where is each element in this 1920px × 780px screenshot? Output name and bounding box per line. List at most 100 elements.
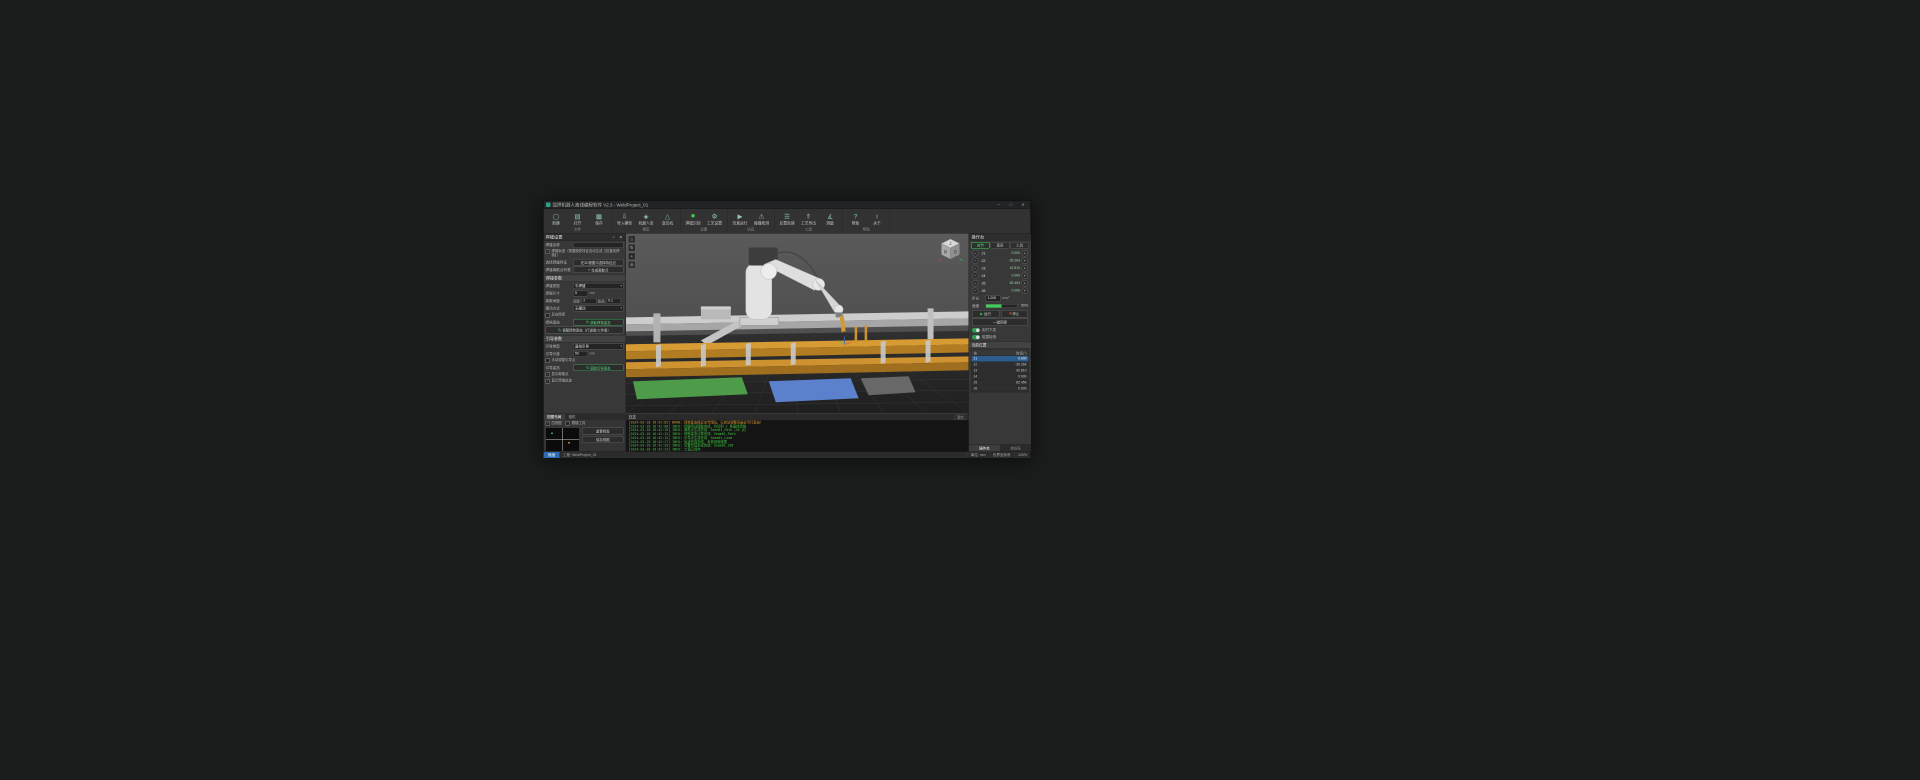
orbit-icon[interactable]: ↻ <box>628 244 636 252</box>
viewport-3d[interactable]: ⌂ ↻ + ◎ 上 前 右 <box>626 233 969 414</box>
jog-row-j3: − J3 42.810 + <box>969 265 1031 273</box>
ribbon-item-seam-detect[interactable]: ● 焊缝识别 <box>683 211 703 228</box>
discrete-points-label: 焊缝离散点列表 <box>545 267 571 272</box>
seam-type-select[interactable]: 平焊缝 <box>573 282 624 289</box>
maximize-button[interactable]: □ <box>1006 201 1016 208</box>
lead-type-select[interactable]: 直线引导 <box>573 343 624 350</box>
ribbon-toolbar: ▢ 新建 ▤ 打开 ▦ 保存 文件 ⇩ 导入模型 ◈ 机器人库 △ 变位机 模型 ● 焊缝识别… <box>543 209 1031 234</box>
ribbon-item-measure[interactable]: ∡ 测量 <box>820 211 840 228</box>
title-bar[interactable]: 弧焊机器人离线编程软件 V2.3 - WeldProject_01 ─ □ ✕ <box>543 200 1031 209</box>
get-torch-pose-button[interactable]: ↻ 获取焊枪姿态 <box>573 319 624 326</box>
j5-minus-button[interactable]: − <box>972 280 979 287</box>
ribbon-item-simulate[interactable]: ▶ 仿真运行 <box>730 211 750 228</box>
step-label: 步长 <box>972 295 980 301</box>
lead-length-input[interactable]: 50 <box>573 350 588 357</box>
position-section-header: 当前位置 <box>969 341 1031 349</box>
generate-points-button[interactable]: ≡ 生成离散点 <box>573 266 624 273</box>
ribbon-item-import-model[interactable]: ⇩ 导入模型 <box>615 211 635 228</box>
speed-slider[interactable] <box>985 303 1018 308</box>
j3-minus-button[interactable]: − <box>972 265 979 272</box>
minimize-button[interactable]: ─ <box>994 201 1004 208</box>
desktop-background: 弧焊机器人离线编程软件 V2.3 - WeldProject_01 ─ □ ✕ … <box>0 0 1920 780</box>
clear-log-button[interactable]: 清空 <box>954 414 966 420</box>
j6-minus-button[interactable]: − <box>972 287 979 294</box>
close-panel-button[interactable]: ✕ <box>618 234 624 240</box>
leg-size-input[interactable]: 5 <box>573 290 588 297</box>
j4-minus-button[interactable]: − <box>972 272 979 279</box>
save-view-button[interactable]: 保存视图 <box>582 436 624 443</box>
j2-plus-button[interactable]: + <box>1021 257 1028 264</box>
refresh-icon: ↻ <box>558 327 562 333</box>
show-path-checkbox[interactable] <box>545 379 550 384</box>
ribbon-item-robot-library[interactable]: ◈ 机器人库 <box>636 211 656 228</box>
code-lines-icon: ☰ <box>784 212 790 220</box>
robot-library-icon: ◈ <box>643 212 649 220</box>
select-feature-button[interactable]: 在3D视图中选择特征边 <box>573 259 624 266</box>
reset-view-button[interactable]: 重置视角 <box>582 427 624 435</box>
j1-plus-button[interactable]: + <box>1021 250 1028 257</box>
j4-plus-button[interactable]: + <box>1021 272 1028 279</box>
follow-tool-checkbox[interactable] <box>565 421 571 426</box>
weave-mode-select[interactable]: 无摆动 <box>573 305 624 312</box>
home-button[interactable]: 一键回零 <box>972 318 1028 326</box>
ribbon-item-help[interactable]: ? 帮助 <box>846 211 866 228</box>
adjust-pose-button[interactable]: ↻ 调整焊枪姿态（行进角/工作角） <box>545 326 624 334</box>
status-state: 就绪 <box>543 452 560 458</box>
view-layout-panel: 视图布局 相机 四视图 跟随工具 <box>543 413 626 452</box>
run-button[interactable]: ▶ 运行 <box>972 310 1000 318</box>
ribbon-item-positioner[interactable]: △ 变位机 <box>658 211 678 228</box>
ribbon-item-export[interactable]: ⇑ 工艺导出 <box>799 211 819 228</box>
collision-toggle[interactable] <box>972 334 980 340</box>
pan-icon[interactable]: + <box>628 252 636 260</box>
stop-button[interactable]: ■ 停止 <box>1000 310 1028 318</box>
close-button[interactable]: ✕ <box>1018 201 1028 208</box>
auto-track-checkbox[interactable] <box>545 249 550 254</box>
mode-base[interactable]: 基座 <box>990 242 1010 249</box>
ribbon-group-model: ⇩ 导入模型 ◈ 机器人库 △ 变位机 模型 <box>612 209 681 233</box>
ribbon-item-new[interactable]: ▢ 新建 <box>546 211 566 228</box>
j6-plus-button[interactable]: + <box>1021 287 1028 294</box>
ribbon-item-about[interactable]: i 关于 <box>867 211 887 228</box>
realtime-toggle[interactable] <box>972 327 980 333</box>
seam-name-input[interactable] <box>573 241 624 248</box>
seam-type-label: 焊缝类型 <box>545 283 560 288</box>
ribbon-item-save[interactable]: ▦ 保存 <box>589 211 609 228</box>
ribbon-item-post-process[interactable]: ☰ 后置处理 <box>777 211 797 228</box>
show-points-checkbox[interactable] <box>545 372 550 377</box>
quad-view-checkbox[interactable] <box>545 421 550 426</box>
refresh-icon: ↻ <box>585 365 590 371</box>
table-row[interactable]: J6 0.000 <box>971 386 1029 392</box>
j1-minus-button[interactable]: − <box>972 250 979 257</box>
log-body[interactable]: [2024-03-18 16:42:05] WARN: 焊枪姿态接近关节限位，已… <box>626 421 969 453</box>
spacing-input[interactable]: 2 <box>581 297 597 304</box>
j2-minus-button[interactable]: − <box>972 257 979 264</box>
j3-plus-button[interactable]: + <box>1021 265 1028 272</box>
ribbon-item-process-settings[interactable]: ⚙ 工艺设置 <box>705 211 725 228</box>
ribbon-group-caption: 仿真 <box>747 228 755 232</box>
ribbon-item-open[interactable]: ▤ 打开 <box>568 211 588 228</box>
zoom-icon[interactable]: ◎ <box>628 261 636 269</box>
view-cube[interactable]: 上 前 右 <box>938 237 964 263</box>
mode-joint[interactable]: 关节 <box>971 242 990 249</box>
mode-tool[interactable]: 工具 <box>1010 242 1029 249</box>
j5-plus-button[interactable]: + <box>1021 280 1028 287</box>
fit-view-icon[interactable]: ⌂ <box>628 235 636 243</box>
ribbon-group-help: ? 帮助 i 关于 帮助 <box>843 209 890 233</box>
reverse-weld-checkbox[interactable] <box>545 313 550 318</box>
ribbon-item-collision-check[interactable]: ⚠ 碰撞检测 <box>752 211 772 228</box>
jog-row-j2: − J2 -35.264 + <box>969 257 1031 265</box>
confirm-button[interactable]: ✓ <box>611 234 617 240</box>
jog-row-j6: − J6 0.000 + <box>969 287 1031 295</box>
play-icon: ▶ <box>737 212 743 220</box>
ribbon-group-simulation: ▶ 仿真运行 ⚠ 碰撞检测 仿真 <box>728 209 775 233</box>
import-model-icon: ⇩ <box>621 212 628 220</box>
status-zoom[interactable]: 100% <box>1014 452 1030 458</box>
speed-slider-fill <box>986 304 1002 308</box>
quad-view-thumbnail[interactable] <box>545 427 580 452</box>
chord-height-input[interactable]: 0.1 <box>606 297 622 304</box>
step-input[interactable]: 1.000 <box>985 295 1001 302</box>
manual-lead-checkbox[interactable] <box>545 358 550 363</box>
get-lead-pose-button[interactable]: ↻ 获取引导姿态 <box>573 364 624 371</box>
window-title: 弧焊机器人离线编程软件 V2.3 - WeldProject_01 <box>552 202 649 208</box>
panel-title: 焊缝设置 <box>545 234 563 240</box>
